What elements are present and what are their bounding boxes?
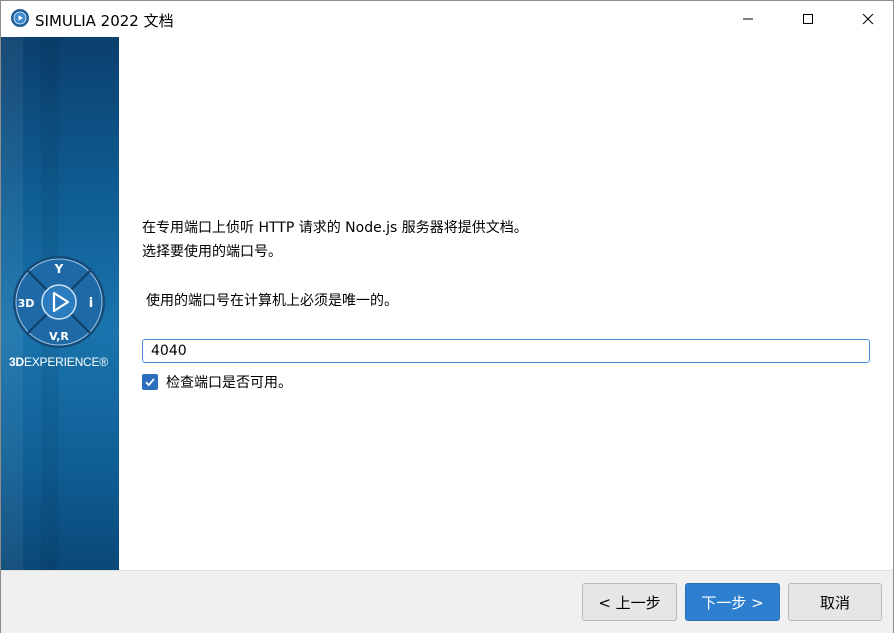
- minimize-button[interactable]: [725, 1, 771, 37]
- installer-window: SIMULIA 2022 文档 Y 3D i V,R 3DEXPERIENCE®: [0, 0, 894, 633]
- brand-registered-mark: ®: [99, 355, 108, 369]
- main-panel: 在专用端口上侦听 HTTP 请求的 Node.js 服务器将提供文档。 选择要使…: [119, 37, 893, 570]
- minimize-icon: [743, 18, 753, 20]
- sidebar-banner: Y 3D i V,R 3DEXPERIENCE®: [1, 37, 119, 570]
- checkmark-icon: [145, 378, 155, 387]
- maximize-button[interactable]: [785, 1, 831, 37]
- brand-wordmark: 3DEXPERIENCE®: [9, 355, 113, 369]
- description-line-2: 选择要使用的端口号。: [142, 244, 282, 260]
- check-port-checkbox[interactable]: [142, 374, 158, 390]
- compass-label-top: Y: [54, 262, 64, 276]
- check-port-label: 检查端口是否可用。: [166, 375, 292, 391]
- close-icon: [862, 13, 874, 25]
- next-button[interactable]: 下一步 >: [685, 583, 780, 621]
- close-button[interactable]: [845, 1, 891, 37]
- back-button[interactable]: < 上一步: [582, 583, 677, 621]
- cancel-button[interactable]: 取消: [788, 583, 882, 621]
- check-port-option[interactable]: 检查端口是否可用。: [142, 372, 292, 392]
- app-logo-icon: [10, 8, 30, 28]
- maximize-icon: [803, 14, 813, 24]
- compass-label-bottom: V,R: [49, 330, 69, 343]
- port-uniqueness-note: 使用的端口号在计算机上必须是唯一的。: [146, 293, 398, 309]
- description-line-1: 在专用端口上侦听 HTTP 请求的 Node.js 服务器将提供文档。: [142, 220, 528, 236]
- 3dexperience-compass-icon: Y 3D i V,R: [13, 256, 105, 348]
- window-title: SIMULIA 2022 文档: [35, 12, 174, 30]
- brand-bold: 3D: [9, 355, 24, 369]
- compass-label-right: i: [89, 296, 93, 311]
- port-number-input[interactable]: [142, 339, 870, 363]
- wizard-footer: < 上一步 下一步 > 取消: [1, 570, 893, 633]
- compass-label-left: 3D: [18, 297, 35, 310]
- title-bar[interactable]: SIMULIA 2022 文档: [1, 1, 893, 37]
- brand-rest: EXPERIENCE: [23, 355, 100, 369]
